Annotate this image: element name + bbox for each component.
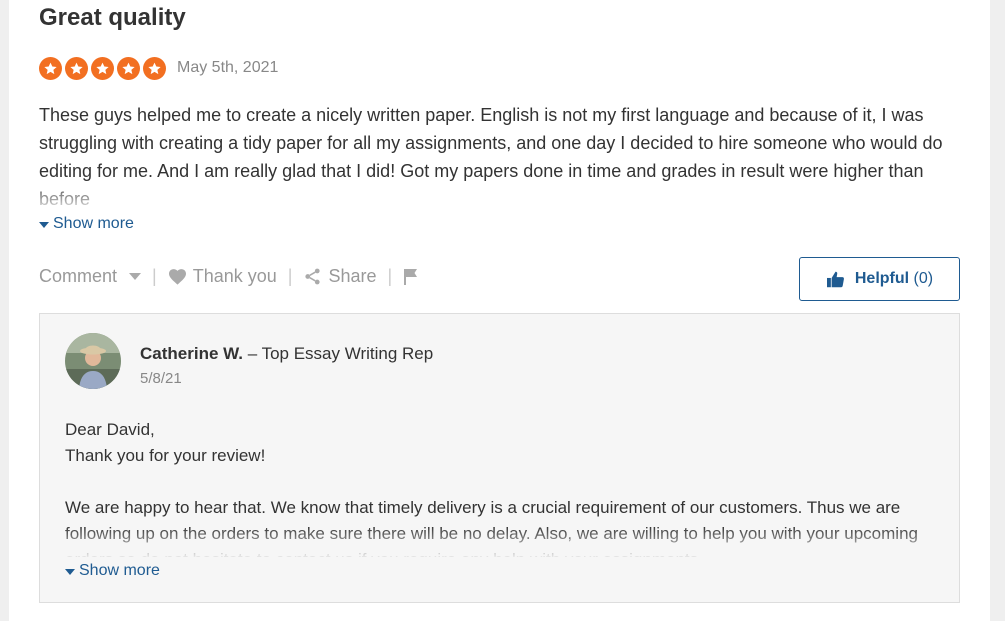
star-icon: [143, 57, 166, 80]
helpful-label: Helpful: [854, 270, 910, 287]
rep-role: – Top Essay Writing Rep: [247, 344, 434, 363]
reply-paragraph: We are happy to hear that. We know that …: [65, 498, 918, 557]
reply-spacer: [65, 469, 945, 495]
reply-thanks: Thank you for your review!: [65, 446, 266, 465]
reply-date: 5/8/21: [140, 370, 182, 387]
thumbs-up-icon: [826, 271, 844, 287]
reply-show-more-link[interactable]: Show more: [65, 562, 160, 580]
review-card: Great quality May 5th, 2021 These guys h…: [9, 0, 990, 621]
avatar: [65, 333, 121, 389]
review-body: These guys helped me to create a nicely …: [39, 105, 943, 209]
star-icon: [65, 57, 88, 80]
star-rating: [39, 57, 166, 80]
caret-down-icon: [65, 568, 75, 575]
review-show-more-link[interactable]: Show more: [39, 215, 134, 233]
report-flag-button[interactable]: [403, 268, 419, 286]
heart-icon: [168, 269, 186, 285]
review-actions: Comment | Thank you | Share |: [39, 266, 419, 287]
rep-author-line: Catherine W. – Top Essay Writing Rep: [140, 344, 433, 364]
show-more-label: Show more: [53, 215, 134, 232]
reply-greeting: Dear David,: [65, 420, 155, 439]
review-date: May 5th, 2021: [177, 59, 279, 76]
share-button[interactable]: Share: [303, 266, 377, 287]
caret-down-icon: [39, 221, 49, 228]
thank-you-label: Thank you: [192, 266, 277, 286]
divider: |: [387, 266, 393, 286]
share-label: Share: [328, 266, 377, 286]
reply-body: Dear David, Thank you for your review! W…: [65, 417, 945, 557]
divider: |: [287, 266, 293, 286]
thank-you-button[interactable]: Thank you: [168, 266, 277, 287]
chevron-down-icon: [129, 272, 142, 280]
company-reply: Catherine W. – Top Essay Writing Rep 5/8…: [39, 313, 960, 603]
comment-button[interactable]: Comment: [39, 266, 142, 287]
comment-label: Comment: [39, 266, 118, 286]
share-icon: [305, 268, 321, 285]
helpful-button[interactable]: Helpful (0): [799, 257, 960, 301]
rep-name: Catherine W.: [140, 344, 243, 363]
star-icon: [91, 57, 114, 80]
helpful-count: (0): [913, 270, 934, 287]
show-more-label: Show more: [79, 562, 160, 579]
divider: |: [152, 266, 157, 286]
flag-icon: [404, 268, 418, 285]
star-icon: [117, 57, 140, 80]
review-title: Great quality: [39, 4, 186, 31]
star-icon: [39, 57, 62, 80]
